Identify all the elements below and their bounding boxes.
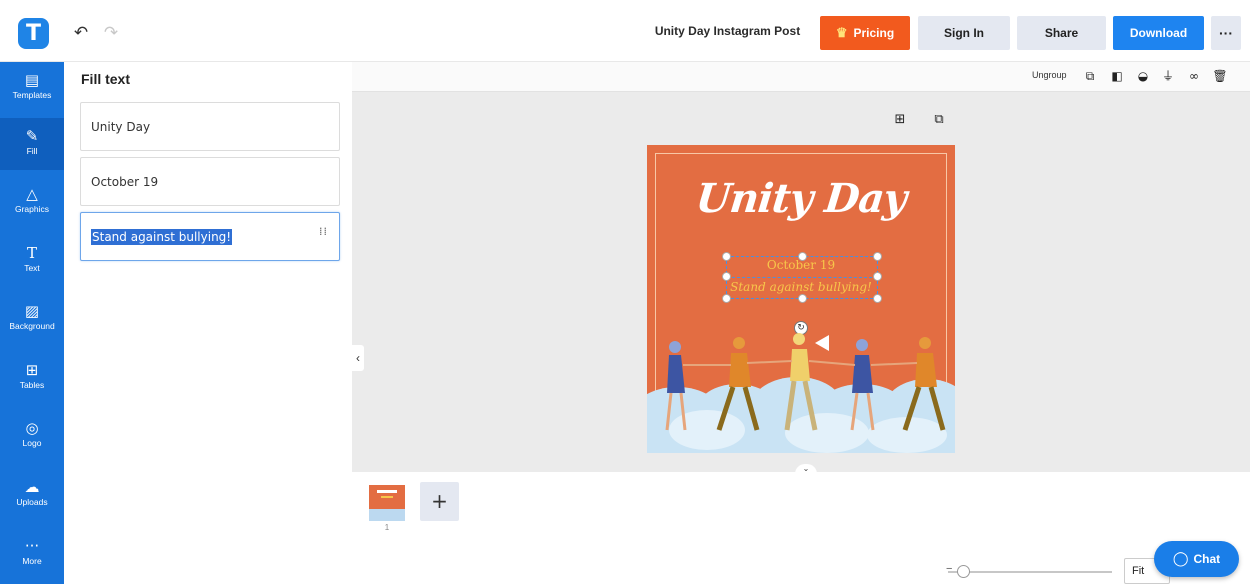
text-field-title[interactable]: Unity Day — [80, 102, 340, 151]
pencil-icon: ✎ — [25, 127, 39, 145]
more-options-button[interactable]: ··· — [1211, 16, 1241, 50]
delete-icon[interactable]: 🗑 — [1212, 68, 1228, 84]
sidebar-item-label: Templates — [12, 90, 52, 100]
chat-button[interactable]: ◯ Chat — [1154, 541, 1239, 577]
design-canvas[interactable]: Unity Day October 19 Stand against bully… — [647, 145, 955, 453]
resize-handle[interactable] — [798, 252, 807, 261]
page-thumbnail[interactable] — [369, 485, 405, 521]
object-toolbar: Ungroup ⧉ ◧ ◒ ⏚ ∞ 🗑 — [352, 62, 1250, 92]
link-icon[interactable]: ∞ — [1186, 68, 1202, 84]
field-value: Unity Day — [91, 119, 151, 134]
document-title[interactable]: Unity Day Instagram Post — [640, 24, 815, 38]
text-field-date[interactable]: October 19 — [80, 157, 340, 206]
sidebar-item-text[interactable]: T Text — [0, 235, 64, 287]
chat-bubble-icon: ◯ — [1172, 551, 1189, 567]
collapse-panel-icon[interactable]: ‹ — [352, 345, 364, 371]
fill-text-panel: Fill text Unity Day October 19 Stand aga… — [64, 62, 352, 584]
drag-handle-icon[interactable]: ⁞⁞ — [319, 226, 327, 243]
sidebar-item-label: Background — [9, 321, 55, 331]
sidebar-item-more[interactable]: ··· More — [0, 528, 64, 580]
thumbnail-illustration — [369, 509, 405, 521]
resize-handle[interactable] — [722, 272, 731, 281]
redo-icon[interactable]: ↷ — [100, 22, 122, 44]
table-icon: ⊞ — [25, 361, 39, 379]
sidebar-item-background[interactable]: ▨ Background — [0, 293, 64, 345]
shapes-icon: △ — [26, 185, 38, 203]
sidebar-item-label: Logo — [22, 438, 42, 448]
opacity-icon[interactable]: ◒ — [1135, 68, 1151, 84]
zoom-slider[interactable] — [948, 571, 1112, 573]
sidebar-item-label: Uploads — [16, 497, 48, 507]
app-logo[interactable]: T — [18, 18, 49, 49]
selection-box[interactable] — [726, 256, 878, 299]
zoom-slider-handle[interactable] — [957, 565, 970, 578]
sidebar-item-logo[interactable]: ◎ Logo — [0, 410, 64, 462]
duplicate-page-icon[interactable]: ⧉ — [931, 112, 947, 128]
left-sidebar: ▤ Templates ✎ Fill △ Graphics T Text ▨ B… — [0, 62, 64, 584]
top-bar: T ↶ ↷ Unity Day Instagram Post ♛ Pricing… — [0, 0, 1250, 62]
add-page-icon[interactable]: ⊞ — [892, 112, 908, 128]
ungroup-button[interactable]: Ungroup — [1032, 70, 1067, 80]
sidebar-item-templates[interactable]: ▤ Templates — [0, 62, 64, 114]
chevron-down-icon[interactable]: ⌄ — [795, 464, 817, 476]
text-icon: T — [26, 244, 37, 262]
upload-icon: ☁ — [24, 478, 40, 496]
sign-in-button[interactable]: Sign In — [918, 16, 1010, 50]
resize-handle[interactable] — [873, 272, 882, 281]
share-button[interactable]: Share — [1017, 16, 1106, 50]
background-icon: ▨ — [24, 302, 40, 320]
copy-icon[interactable]: ⧉ — [1082, 68, 1098, 84]
selection-divider — [727, 277, 877, 278]
sidebar-item-uploads[interactable]: ☁ Uploads — [0, 469, 64, 521]
add-page-button[interactable]: + — [420, 482, 459, 521]
resize-handle[interactable] — [873, 252, 882, 261]
crown-icon: ♛ — [835, 25, 848, 40]
sidebar-item-graphics[interactable]: △ Graphics — [0, 176, 64, 228]
layer-icon[interactable]: ◧ — [1109, 68, 1125, 84]
thumbnail-title — [377, 490, 397, 493]
templates-icon: ▤ — [24, 71, 40, 89]
people-holding-hands-illustration — [647, 333, 955, 453]
chat-label: Chat — [1193, 552, 1221, 566]
design-title-text[interactable]: Unity Day — [647, 175, 955, 222]
panel-title: Fill text — [81, 71, 131, 87]
undo-icon[interactable]: ↶ — [70, 22, 92, 44]
align-icon[interactable]: ⏚ — [1160, 68, 1176, 84]
download-button[interactable]: Download — [1113, 16, 1204, 50]
sidebar-item-label: More — [22, 556, 42, 566]
page-number: 1 — [384, 523, 390, 532]
sidebar-item-label: Fill — [26, 146, 38, 156]
text-field-tagline[interactable]: Stand against bullying! ⁞⁞ — [80, 212, 340, 261]
resize-handle[interactable] — [798, 294, 807, 303]
logo-icon: ◎ — [25, 419, 39, 437]
zoom-out-icon[interactable]: − — [946, 563, 952, 575]
sidebar-item-label: Text — [24, 263, 40, 273]
selected-text: Stand against bullying! — [91, 228, 233, 245]
sidebar-item-label: Graphics — [14, 204, 49, 214]
more-icon: ··· — [24, 537, 40, 555]
thumbnail-subtitle — [381, 496, 393, 498]
sidebar-item-fill[interactable]: ✎ Fill — [0, 118, 64, 170]
sidebar-item-label: Tables — [19, 380, 45, 390]
pricing-label: Pricing — [853, 26, 895, 40]
resize-handle[interactable] — [722, 294, 731, 303]
field-value: October 19 — [91, 174, 159, 189]
resize-handle[interactable] — [873, 294, 882, 303]
resize-handle[interactable] — [722, 252, 731, 261]
pricing-button[interactable]: ♛ Pricing — [820, 16, 910, 50]
sidebar-item-tables[interactable]: ⊞ Tables — [0, 352, 64, 404]
